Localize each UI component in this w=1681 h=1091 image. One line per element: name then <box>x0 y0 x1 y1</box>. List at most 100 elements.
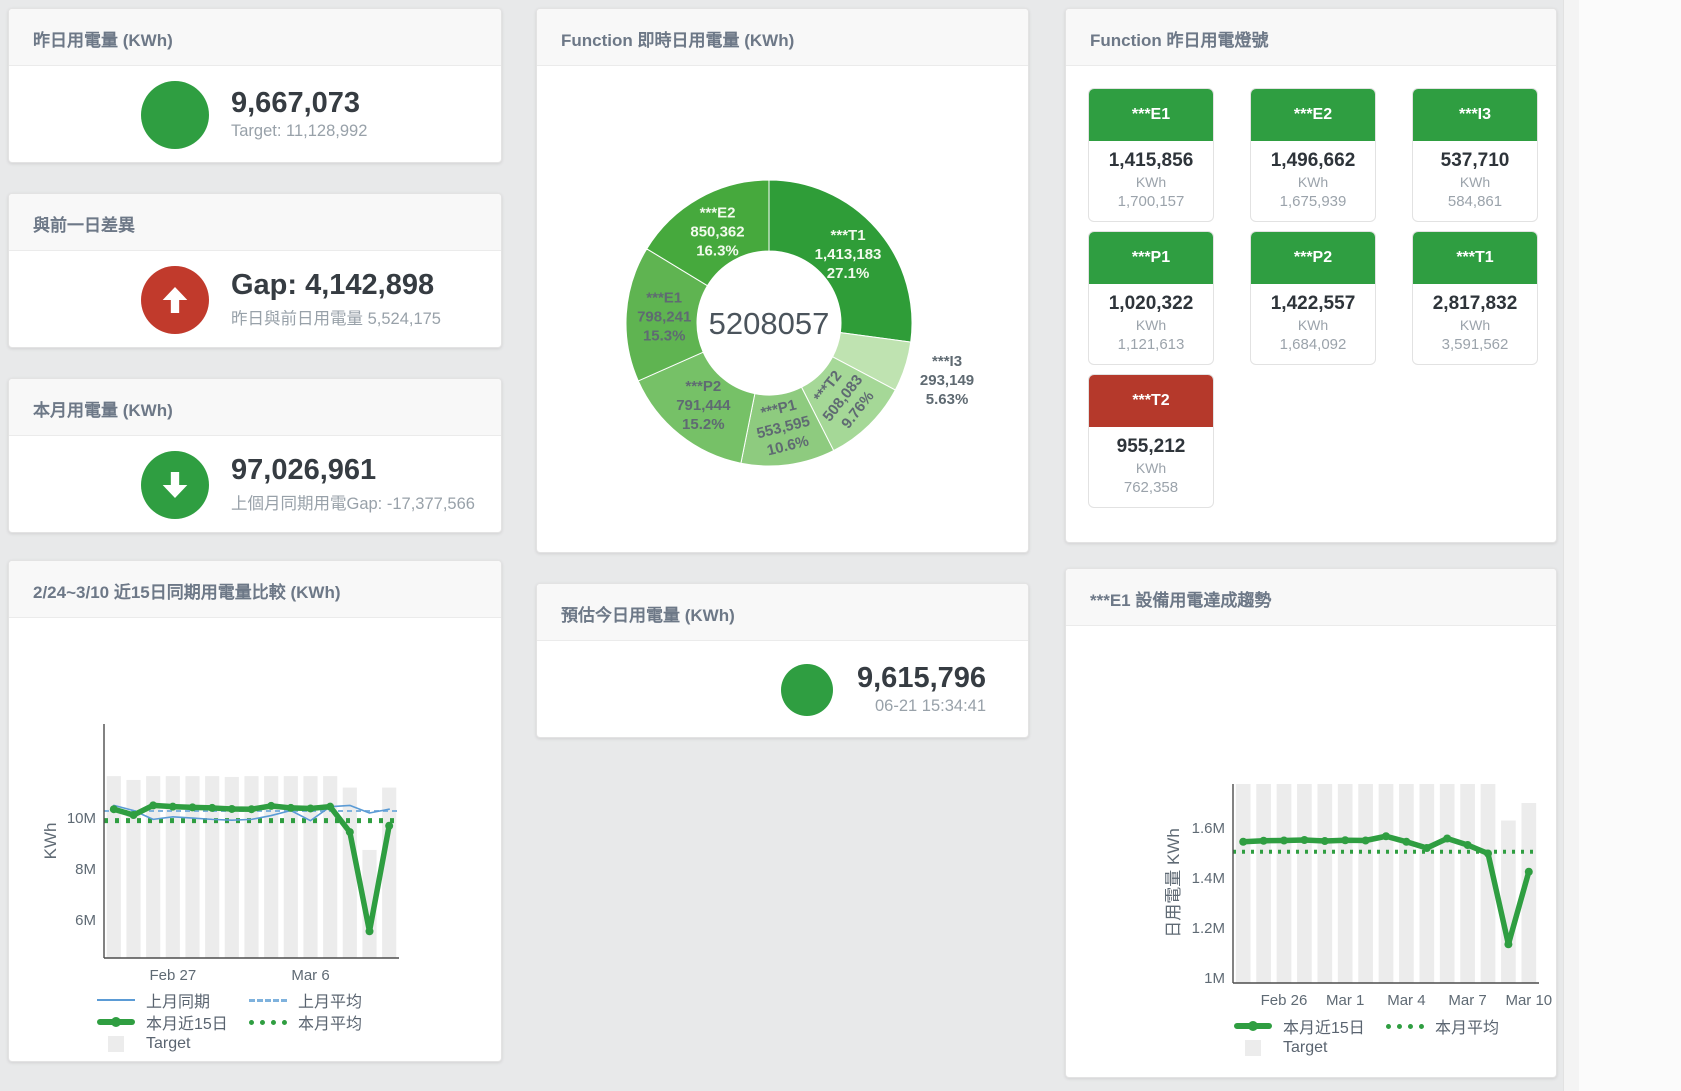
status-tile-i3[interactable]: ***I3 537,710 KWh 584,861 <box>1412 88 1538 222</box>
vertical-scrollbar[interactable] <box>1563 0 1579 1091</box>
legend-item-this-month[interactable]: 本月近15日 <box>1234 1014 1386 1038</box>
status-tile-p2[interactable]: ***P2 1,422,557 KWh 1,684,092 <box>1250 231 1376 365</box>
tile-unit: KWh <box>1251 174 1375 190</box>
tile-name: ***P2 <box>1251 232 1375 284</box>
svg-text:Mar 10: Mar 10 <box>1505 992 1552 1009</box>
grey-square-swatch <box>1234 1040 1272 1056</box>
status-tile-t1[interactable]: ***T1 2,817,832 KWh 3,591,562 <box>1412 231 1538 365</box>
tile-target: 1,684,092 <box>1251 336 1375 353</box>
tile-unit: KWh <box>1251 317 1375 333</box>
svg-text:KWh: KWh <box>41 823 60 860</box>
tile-value: 2,817,832 <box>1413 293 1537 315</box>
tile-name: ***P1 <box>1089 232 1213 284</box>
compare-legend: 上月同期 上月平均 本月近15日 本月平均 <box>97 989 401 1055</box>
tile-unit: KWh <box>1089 460 1213 476</box>
status-tile-e1[interactable]: ***E1 1,415,856 KWh 1,700,157 <box>1088 88 1214 222</box>
legend-item-this-month-avg[interactable]: 本月平均 <box>1386 1014 1538 1038</box>
tile-name: ***I3 <box>1413 89 1537 141</box>
green-status-circle-icon <box>781 664 833 716</box>
legend-item-target[interactable]: Target <box>97 1035 249 1053</box>
realtime-donut-chart[interactable]: ***T11,413,18327.1%***I3293,1495.63%***T… <box>537 66 1030 552</box>
status-tile-t2[interactable]: ***T2 955,212 KWh 762,358 <box>1088 374 1214 508</box>
svg-text:***I3293,1495.63%: ***I3293,1495.63% <box>920 353 974 408</box>
tile-unit: KWh <box>1089 174 1213 190</box>
month-usage-value: 97,026,961 <box>231 455 475 487</box>
legend-label: 本月近15日 <box>1283 1014 1365 1038</box>
svg-text:5208057: 5208057 <box>709 306 830 341</box>
yesterday-usage-value: 9,667,073 <box>231 88 367 120</box>
status-tile-p1[interactable]: ***P1 1,020,322 KWh 1,121,613 <box>1088 231 1214 365</box>
svg-text:Mar 1: Mar 1 <box>1326 992 1364 1009</box>
svg-text:1.2M: 1.2M <box>1192 920 1225 937</box>
tile-value: 1,422,557 <box>1251 293 1375 315</box>
legend-item-target[interactable]: Target <box>1234 1039 1386 1057</box>
card-title: 2/24~3/10 近15日同期用電量比較 (KWh) <box>9 561 501 618</box>
svg-text:Feb 26: Feb 26 <box>1261 992 1308 1009</box>
blue-dashed-swatch <box>249 999 287 1002</box>
legend-label: Target <box>146 1035 190 1053</box>
tile-value: 1,496,662 <box>1251 150 1375 172</box>
green-dotted-swatch <box>249 1020 287 1025</box>
tile-value: 1,020,322 <box>1089 293 1213 315</box>
tile-value: 537,710 <box>1413 150 1537 172</box>
svg-text:日用電量 KWh: 日用電量 KWh <box>1164 828 1183 938</box>
down-arrow-icon <box>141 451 209 519</box>
card-compare-chart: 2/24~3/10 近15日同期用電量比較 (KWh) 6M8M10MFeb 2… <box>8 560 502 1062</box>
tile-unit: KWh <box>1089 317 1213 333</box>
tile-unit: KWh <box>1413 174 1537 190</box>
status-tile-e2[interactable]: ***E2 1,496,662 KWh 1,675,939 <box>1250 88 1376 222</box>
card-day-gap: 與前一日差異 Gap: 4,142,898 昨日與前日用電量 5,524,175 <box>8 193 502 348</box>
card-month-usage: 本月用電量 (KWh) 97,026,961 上個月同期用電Gap: -17,3… <box>8 378 502 533</box>
grey-square-swatch <box>97 1036 135 1052</box>
card-title: Function 即時日用電量 (KWh) <box>537 9 1028 66</box>
svg-text:1.6M: 1.6M <box>1192 820 1225 837</box>
card-title: 昨日用電量 (KWh) <box>9 9 501 66</box>
svg-text:10M: 10M <box>67 810 96 827</box>
legend-item-last-month-avg[interactable]: 上月平均 <box>249 988 401 1012</box>
legend-item-this-month-avg[interactable]: 本月平均 <box>249 1010 401 1034</box>
tile-value: 1,415,856 <box>1089 150 1213 172</box>
dashboard-background: 昨日用電量 (KWh) 9,667,073 Target: 11,128,992… <box>0 0 1563 1091</box>
e1-trend-chart[interactable]: 1M1.2M1.4M1.6MFeb 26Mar 1Mar 4Mar 7Mar 1… <box>1066 626 1558 1011</box>
day-gap-value: Gap: 4,142,898 <box>231 270 441 302</box>
svg-text:Mar 6: Mar 6 <box>291 967 329 984</box>
card-title: Function 昨日用電燈號 <box>1066 9 1556 66</box>
legend-label: 本月近15日 <box>146 1010 228 1034</box>
legend-label: Target <box>1283 1039 1327 1057</box>
tile-target: 584,861 <box>1413 193 1537 210</box>
green-status-circle-icon <box>141 81 209 149</box>
tile-target: 1,675,939 <box>1251 193 1375 210</box>
card-realtime-donut: Function 即時日用電量 (KWh) ***T11,413,18327.1… <box>536 8 1029 553</box>
tile-value: 955,212 <box>1089 436 1213 458</box>
tile-target: 3,591,562 <box>1413 336 1537 353</box>
svg-text:6M: 6M <box>75 912 96 929</box>
tile-target: 1,700,157 <box>1089 193 1213 210</box>
legend-item-last-month[interactable]: 上月同期 <box>97 988 249 1012</box>
card-estimate-today: 預估今日用電量 (KWh) 9,615,796 06-21 15:34:41 <box>536 583 1029 738</box>
legend-label: 上月同期 <box>146 988 210 1012</box>
card-yesterday-usage: 昨日用電量 (KWh) 9,667,073 Target: 11,128,992 <box>8 8 502 163</box>
card-title: 本月用電量 (KWh) <box>9 379 501 436</box>
svg-text:Mar 7: Mar 7 <box>1448 992 1486 1009</box>
tile-target: 762,358 <box>1089 479 1213 496</box>
legend-item-this-month[interactable]: 本月近15日 <box>97 1010 249 1034</box>
card-title: 與前一日差異 <box>9 194 501 251</box>
compare-line-chart[interactable]: 6M8M10MFeb 27Mar 6KWh <box>9 618 503 986</box>
trend-legend: 本月近15日 本月平均 Target <box>1234 1015 1538 1059</box>
green-line-swatch <box>1234 1023 1272 1029</box>
card-title: 預估今日用電量 (KWh) <box>537 584 1028 641</box>
up-arrow-icon <box>141 266 209 334</box>
tile-target: 1,121,613 <box>1089 336 1213 353</box>
svg-text:Mar 4: Mar 4 <box>1387 992 1425 1009</box>
svg-text:8M: 8M <box>75 861 96 878</box>
day-gap-sub: 昨日與前日用電量 5,524,175 <box>231 305 441 329</box>
estimate-timestamp: 06-21 15:34:41 <box>857 697 986 716</box>
tile-name: ***E1 <box>1089 89 1213 141</box>
card-e1-trend: ***E1 設備用電達成趨勢 1M1.2M1.4M1.6MFeb 26Mar 1… <box>1065 568 1557 1078</box>
tile-name: ***E2 <box>1251 89 1375 141</box>
green-dotted-swatch <box>1386 1024 1424 1029</box>
month-usage-gap: 上個月同期用電Gap: -17,377,566 <box>231 490 475 514</box>
card-title: ***E1 設備用電達成趨勢 <box>1066 569 1556 626</box>
svg-text:1M: 1M <box>1204 970 1225 987</box>
legend-label: 本月平均 <box>1435 1014 1499 1038</box>
